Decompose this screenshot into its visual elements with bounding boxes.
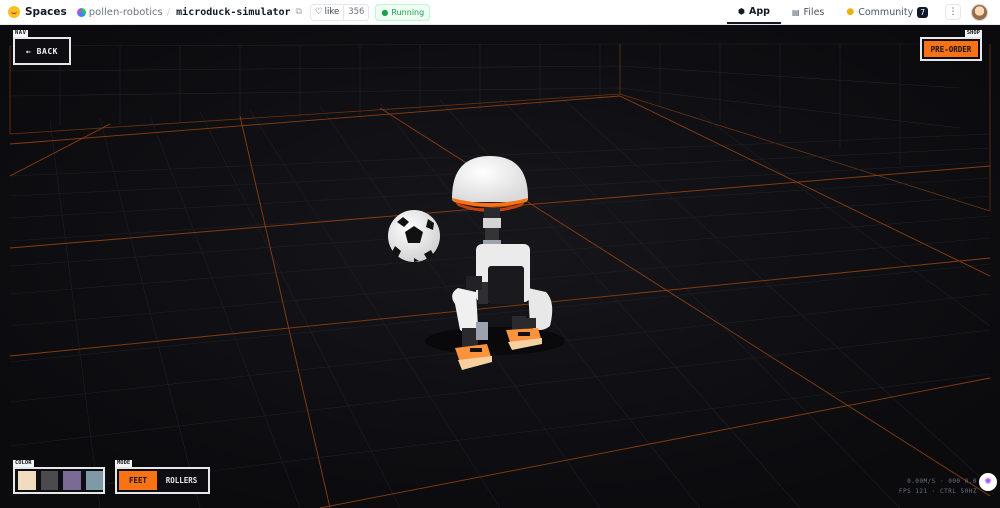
- org-avatar-icon: [76, 7, 86, 17]
- files-icon: ▤: [791, 7, 800, 17]
- color-swatch-blue[interactable]: [85, 471, 103, 490]
- like-count: 356: [343, 4, 368, 20]
- top-bar: Spaces pollen-robotics / microduck-simul…: [0, 0, 1000, 25]
- tab-files-label: Files: [803, 6, 825, 18]
- stats-readout: 0.00M/S · 000 0.0 FPS 121 · CTRL 50HZ: [899, 477, 977, 497]
- sparkle-icon: ✺: [984, 477, 992, 487]
- color-swatch-gray[interactable]: [40, 471, 58, 490]
- owner-link[interactable]: pollen-robotics: [89, 7, 163, 18]
- mode-rollers-button[interactable]: ROLLERS: [157, 471, 206, 490]
- like-button[interactable]: ♡ like 356: [309, 3, 370, 21]
- preorder-label: PRE-ORDER: [924, 41, 978, 57]
- community-count-badge: 7: [917, 6, 928, 18]
- status-badge: ● Running: [375, 3, 431, 21]
- heart-icon: ♡: [314, 7, 323, 17]
- preorder-button[interactable]: SHOP PRE-ORDER: [920, 30, 982, 61]
- floating-assistant-button[interactable]: ✺: [979, 473, 997, 491]
- shop-tag: SHOP: [964, 30, 982, 37]
- tab-app[interactable]: ⬢ App: [727, 0, 781, 24]
- mode-feet-button[interactable]: FEET: [119, 471, 157, 490]
- mode-toggle: MODE FEET ROLLERS: [115, 460, 210, 494]
- user-avatar[interactable]: [971, 3, 988, 21]
- soccer-ball[interactable]: [388, 210, 440, 262]
- stats-line-fps: FPS 121 · CTRL 50HZ: [898, 488, 977, 495]
- color-swatch-purple[interactable]: [63, 471, 81, 490]
- color-picker: COLOR: [13, 460, 105, 494]
- app-icon: ⬢: [738, 6, 745, 16]
- tab-files[interactable]: ▤ Files: [781, 0, 835, 24]
- path-separator: /: [166, 6, 171, 18]
- tab-app-label: App: [749, 5, 770, 17]
- running-dot-icon: ●: [381, 7, 389, 17]
- back-label: ← BACK: [26, 46, 58, 56]
- spaces-brand[interactable]: Spaces: [25, 6, 67, 18]
- nav-tag: NAV: [13, 30, 29, 37]
- spaces-logo-icon[interactable]: [8, 6, 20, 18]
- color-swatch-cream[interactable]: [18, 471, 36, 490]
- copy-icon[interactable]: ⧉: [296, 7, 302, 17]
- 3d-scene[interactable]: [0, 26, 1000, 508]
- tab-community[interactable]: ● Community 7: [835, 0, 939, 24]
- stats-line-speed: 0.00M/S · 000 0.0: [907, 478, 977, 485]
- status-label: Running: [391, 7, 425, 17]
- mode-tag: MODE: [115, 460, 133, 467]
- color-tag: COLOR: [13, 460, 34, 467]
- repo-name[interactable]: microduck-simulator: [176, 7, 290, 18]
- tab-community-label: Community: [858, 6, 914, 18]
- like-label: like: [324, 7, 340, 17]
- simulator-viewport[interactable]: NAV ← BACK SHOP PRE-ORDER COLOR MODE FEE…: [0, 26, 1000, 508]
- community-icon: ●: [846, 7, 855, 17]
- back-button[interactable]: NAV ← BACK: [13, 30, 71, 65]
- more-options-button[interactable]: ⋮: [945, 4, 961, 20]
